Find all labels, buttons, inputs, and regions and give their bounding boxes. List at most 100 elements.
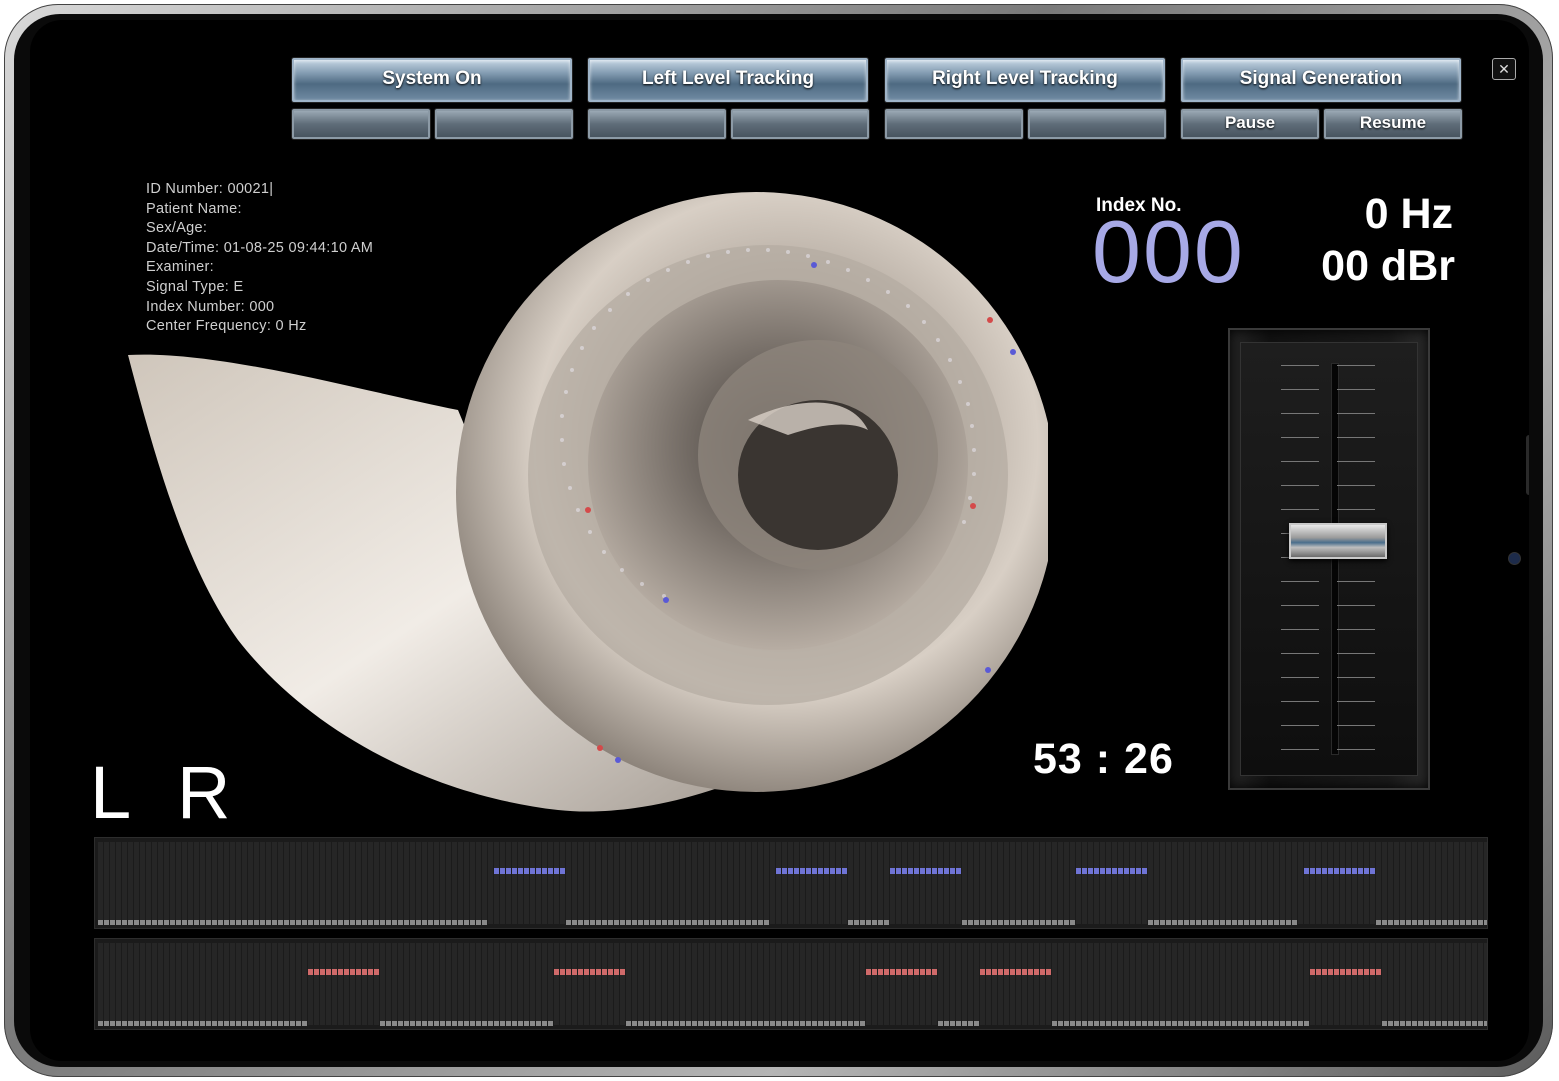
meter-column xyxy=(386,943,391,1025)
meter-base-segment xyxy=(674,1021,679,1026)
right-level-tracking-button[interactable]: Right Level Tracking xyxy=(885,58,1165,102)
meter-column xyxy=(398,943,403,1025)
fader-knob[interactable] xyxy=(1289,522,1387,559)
meter-column xyxy=(218,943,223,1025)
meter-base-segment xyxy=(1226,1021,1231,1026)
meter-column xyxy=(992,842,997,924)
meter-base-segment xyxy=(1034,920,1039,925)
meter-column xyxy=(1130,842,1135,924)
meter-column xyxy=(1076,842,1081,924)
meter-base-segment xyxy=(1214,1021,1219,1026)
meter-column xyxy=(836,842,841,924)
meter-column xyxy=(1184,943,1189,1025)
pause-button[interactable]: Pause xyxy=(1181,109,1319,139)
meter-peak-segment xyxy=(500,868,505,874)
side-button xyxy=(1526,435,1529,495)
meter-column xyxy=(368,842,373,924)
meter-column xyxy=(710,842,715,924)
meter-column xyxy=(1400,943,1405,1025)
timer-readout: 53 : 26 xyxy=(1033,735,1174,783)
meter-base-segment xyxy=(668,920,673,925)
fader-tick xyxy=(1281,677,1319,678)
meter-base-segment xyxy=(542,1021,547,1026)
meter-column xyxy=(416,943,421,1025)
meter-base-segment xyxy=(1010,920,1015,925)
meter-base-segment xyxy=(386,920,391,925)
right-tracking-sub-button-1[interactable] xyxy=(885,109,1023,139)
meter-base-segment xyxy=(1298,1021,1303,1026)
meter-column xyxy=(194,943,199,1025)
meter-base-segment xyxy=(1058,920,1063,925)
meter-column xyxy=(272,943,277,1025)
meter-peak-segment xyxy=(1040,969,1045,975)
meter-column xyxy=(584,842,589,924)
meter-base-segment xyxy=(260,1021,265,1026)
left-tracking-sub-button-2[interactable] xyxy=(731,109,869,139)
meter-base-segment xyxy=(770,1021,775,1026)
meter-column xyxy=(1100,842,1105,924)
system-on-button[interactable]: System On xyxy=(292,58,572,102)
meter-base-segment xyxy=(1394,1021,1399,1026)
meter-column xyxy=(920,842,925,924)
fader-tick xyxy=(1337,581,1375,582)
meter-column xyxy=(410,943,415,1025)
meter-column xyxy=(986,842,991,924)
meter-column xyxy=(866,943,871,1025)
meter-base-segment xyxy=(494,1021,499,1026)
meter-column xyxy=(932,842,937,924)
fader-tick xyxy=(1281,461,1319,462)
meter-base-segment xyxy=(230,920,235,925)
meter-column xyxy=(1058,842,1063,924)
meter-column xyxy=(326,842,331,924)
meter-base-segment xyxy=(230,1021,235,1026)
meter-column xyxy=(1244,842,1249,924)
meter-base-segment xyxy=(422,920,427,925)
meter-column xyxy=(944,943,949,1025)
meter-column xyxy=(650,943,655,1025)
system-on-sub-button-1[interactable] xyxy=(292,109,430,139)
meter-base-segment xyxy=(638,920,643,925)
left-level-tracking-button[interactable]: Left Level Tracking xyxy=(588,58,868,102)
meter-base-segment xyxy=(956,1021,961,1026)
meter-column xyxy=(1160,842,1165,924)
meter-column xyxy=(932,943,937,1025)
meter-base-segment xyxy=(248,920,253,925)
meter-base-segment xyxy=(746,920,751,925)
meter-base-segment xyxy=(698,920,703,925)
resume-button[interactable]: Resume xyxy=(1324,109,1462,139)
meter-base-segment xyxy=(1472,1021,1477,1026)
close-icon[interactable]: ✕ xyxy=(1492,58,1516,80)
meter-peak-segment xyxy=(1364,868,1369,874)
meter-column xyxy=(542,842,547,924)
meter-column xyxy=(116,943,121,1025)
fader-tick xyxy=(1281,629,1319,630)
meter-base-segment xyxy=(1448,1021,1453,1026)
meter-column xyxy=(1376,943,1381,1025)
meter-base-segment xyxy=(386,1021,391,1026)
meter-column xyxy=(1454,842,1459,924)
meter-column xyxy=(1004,943,1009,1025)
meter-column xyxy=(1436,842,1441,924)
meter-peak-segment xyxy=(314,969,319,975)
meter-base-segment xyxy=(278,920,283,925)
meter-base-segment xyxy=(1430,1021,1435,1026)
left-tracking-sub-button-1[interactable] xyxy=(588,109,726,139)
meter-column xyxy=(596,943,601,1025)
meter-base-segment xyxy=(1448,920,1453,925)
meter-base-segment xyxy=(1088,1021,1093,1026)
meter-base-segment xyxy=(146,920,151,925)
meter-base-segment xyxy=(1262,1021,1267,1026)
meter-column xyxy=(1268,842,1273,924)
signal-generation-button[interactable]: Signal Generation xyxy=(1181,58,1461,102)
meter-column xyxy=(1130,943,1135,1025)
meter-peak-segment xyxy=(1352,868,1357,874)
meter-column xyxy=(410,842,415,924)
meter-peak-segment xyxy=(1316,868,1321,874)
right-tracking-sub-button-2[interactable] xyxy=(1028,109,1166,139)
meter-column xyxy=(776,943,781,1025)
meter-column xyxy=(122,842,127,924)
level-fader[interactable] xyxy=(1228,328,1430,790)
meter-column xyxy=(908,943,913,1025)
meter-column xyxy=(1142,842,1147,924)
system-on-sub-button-2[interactable] xyxy=(435,109,573,139)
